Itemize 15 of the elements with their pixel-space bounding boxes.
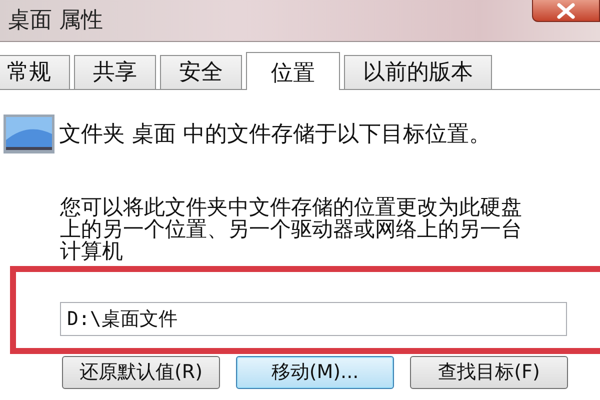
tab[interactable]: 安全 [160,55,242,89]
close-button[interactable] [532,0,600,22]
close-icon [556,2,576,18]
dialog-button[interactable]: 查找目标(F) [410,356,568,389]
tab[interactable]: 位置 [246,52,340,90]
dialog-button[interactable]: 移动(M)... [236,356,394,389]
path-field[interactable]: D:\桌面文件 [60,302,567,336]
dialog-button[interactable]: 还原默认值(R) [62,356,220,389]
location-description: 文件夹 桌面 中的文件存储于以下目标位置。 [59,120,491,148]
tab[interactable]: 共享 [74,55,156,89]
tab[interactable]: 以前的版本 [344,55,492,89]
tab[interactable]: 常规 [0,55,70,89]
window-title: 桌面 属性 [7,7,103,35]
folder-icon [3,114,55,154]
location-hint: 您可以将此文件夹中文件存储的位置更改为此硬盘上的另一个位置、另一个驱动器或网络上的另一台计算机 [60,196,522,262]
